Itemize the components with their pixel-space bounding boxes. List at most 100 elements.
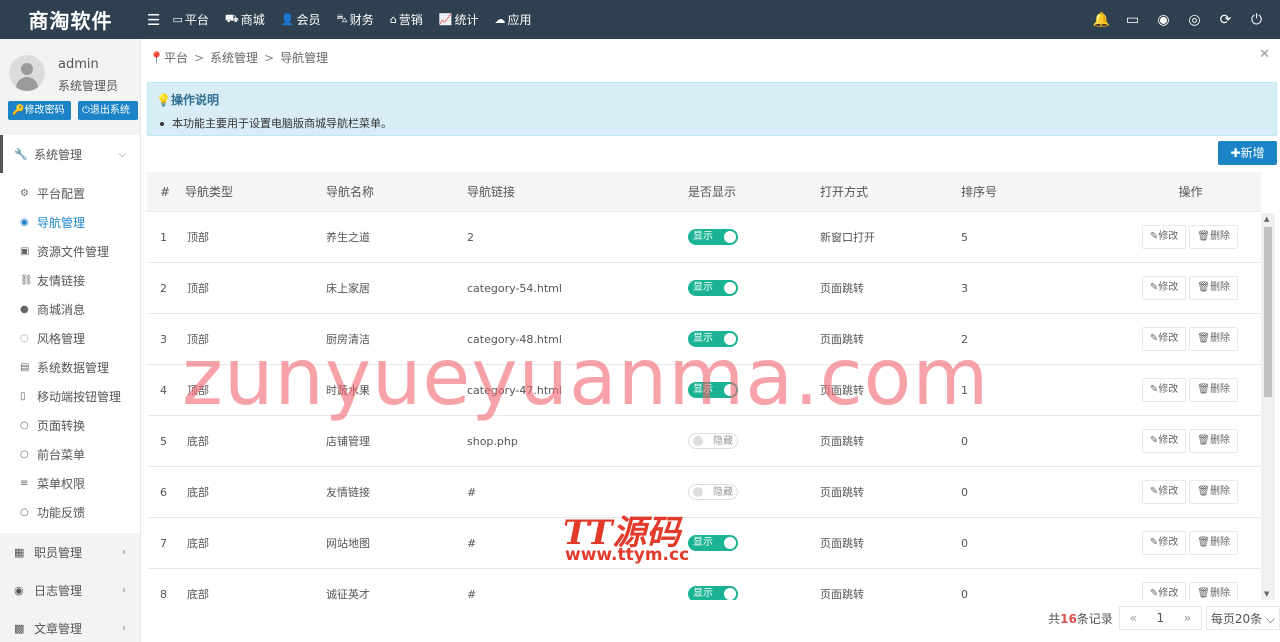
show-toggle[interactable]: 显示 xyxy=(688,229,738,245)
instructions-panel: 💡操作说明 本功能主要用于设置电脑版商城导航栏菜单。 xyxy=(147,82,1277,136)
show-cell: 显示 xyxy=(688,586,820,600)
toggle-label: 显示 xyxy=(693,384,713,395)
show-toggle[interactable]: 隐藏 xyxy=(688,433,738,449)
row-number: 6 xyxy=(160,485,167,499)
first-page-button[interactable]: « xyxy=(1120,611,1147,625)
delete-button[interactable]: 🗑删除 xyxy=(1189,378,1238,402)
topnav-item-mall[interactable]: ⛟ 商城 xyxy=(225,11,265,28)
column-header: 操作 xyxy=(1178,185,1203,199)
table-row: 1 顶部 养生之道 2 显示 新窗口打开 5 ✎修改 🗑删除 xyxy=(147,212,1261,263)
sidebar-item-mobile-buttons[interactable]: ▯ 移动端按钮管理 xyxy=(0,382,140,411)
sidebar-item-style[interactable]: ◌ 风格管理 xyxy=(0,324,140,353)
sidebar-group-articles[interactable]: ▩ 文章管理 ‹ xyxy=(0,609,140,642)
sidebar-item-front-menu[interactable]: ○ 前台菜单 xyxy=(0,440,140,469)
close-icon[interactable]: ✕ xyxy=(1259,47,1270,62)
sort-number: 2 xyxy=(961,332,968,346)
sort-number: 0 xyxy=(961,485,968,499)
sidebar-item-resources[interactable]: ▣ 资源文件管理 xyxy=(0,237,140,266)
edit-button[interactable]: ✎修改 xyxy=(1141,531,1187,555)
nav-type: 底部 xyxy=(187,486,209,499)
sidebar-item-friend-links[interactable]: ⛓ 友情链接 xyxy=(0,266,140,295)
sidebar-group-logs[interactable]: ◉ 日志管理 ‹ xyxy=(0,571,140,609)
eye-icon[interactable]: ◎ xyxy=(1179,12,1210,28)
truck-icon: ⛍ xyxy=(336,12,348,25)
app-logo[interactable]: 商淘软件 xyxy=(0,0,141,39)
sidebar-item-feedback[interactable]: ○ 功能反馈 xyxy=(0,498,140,527)
sidebar-item-nav-management[interactable]: ◉ 导航管理 xyxy=(0,208,140,237)
delete-button[interactable]: 🗑删除 xyxy=(1189,276,1238,300)
power-icon[interactable]: ⏻ xyxy=(1241,12,1272,28)
delete-button[interactable]: 🗑删除 xyxy=(1189,429,1238,453)
topnav-item-members[interactable]: 👤 会员 xyxy=(281,11,321,28)
topnav-item-statistics[interactable]: 📈 统计 xyxy=(439,11,479,28)
row-number: 3 xyxy=(160,332,167,346)
topnav-label: 平台 xyxy=(184,13,209,27)
column-header: 导航类型 xyxy=(185,185,234,199)
sidebar-item-mall-messages[interactable]: ● 商城消息 xyxy=(0,295,140,324)
sidebar-item-menu-permissions[interactable]: ≡ 菜单权限 xyxy=(0,469,140,498)
refresh-icon[interactable]: ⟳ xyxy=(1210,12,1241,28)
edit-button[interactable]: ✎修改 xyxy=(1141,582,1187,600)
edit-button[interactable]: ✎修改 xyxy=(1141,327,1187,351)
gear-icon: ⚙ xyxy=(20,188,29,199)
scroll-up-icon[interactable]: ▲ xyxy=(1264,215,1269,223)
nav-name: 厨房清洁 xyxy=(326,333,370,346)
table-row: 8 底部 诚征英才 # 显示 页面跳转 0 ✎修改 🗑删除 xyxy=(147,569,1261,600)
row-number: 5 xyxy=(160,434,167,448)
nav-type: 顶部 xyxy=(187,282,209,295)
instructions-item: 本功能主要用于设置电脑版商城导航栏菜单。 xyxy=(160,115,392,131)
delete-button[interactable]: 🗑删除 xyxy=(1189,480,1238,504)
toggle-knob xyxy=(724,282,736,294)
menu-toggle-icon[interactable]: ☰ xyxy=(147,11,160,29)
sidebar-group-staff[interactable]: ▦ 职员管理 ‹ xyxy=(0,533,140,571)
delete-button[interactable]: 🗑删除 xyxy=(1189,225,1238,249)
edit-button[interactable]: ✎修改 xyxy=(1141,378,1187,402)
edit-button[interactable]: ✎修改 xyxy=(1141,225,1187,249)
show-toggle[interactable]: 隐藏 xyxy=(688,484,738,500)
change-password-button[interactable]: 🔑修改密码 xyxy=(8,101,71,120)
current-page-button[interactable]: 1 xyxy=(1147,611,1174,625)
topnav-item-finance[interactable]: ⛍ 财务 xyxy=(336,11,373,28)
delete-button[interactable]: 🗑删除 xyxy=(1189,531,1238,555)
last-page-button[interactable]: » xyxy=(1174,611,1201,625)
per-page-select[interactable]: 每页20条 ⌵ xyxy=(1205,606,1280,630)
breadcrumb: 📍 平台 > 系统管理 > 导航管理 xyxy=(149,49,328,66)
monitor-icon[interactable]: ▭ xyxy=(1117,12,1148,28)
scrollbar-thumb[interactable] xyxy=(1264,227,1272,397)
show-toggle[interactable]: 显示 xyxy=(688,535,738,551)
breadcrumb-item[interactable]: 系统管理 xyxy=(210,49,258,66)
edit-button[interactable]: ✎修改 xyxy=(1141,429,1187,453)
logout-button[interactable]: ⏻退出系统 xyxy=(78,101,138,120)
topnav-item-marketing[interactable]: ⌂ 营销 xyxy=(390,11,423,28)
topnav-item-apps[interactable]: ☁ 应用 xyxy=(495,11,532,28)
delete-button[interactable]: 🗑删除 xyxy=(1189,327,1238,351)
bell-icon[interactable]: 🔔 xyxy=(1086,12,1117,28)
topnav-item-platform[interactable]: ▭ 平台 xyxy=(172,11,208,28)
show-toggle[interactable]: 显示 xyxy=(688,586,738,600)
sidebar-item-label: 友情链接 xyxy=(37,274,86,288)
open-mode: 页面跳转 xyxy=(820,435,864,448)
sidebar-item-page-convert[interactable]: ○ 页面转换 xyxy=(0,411,140,440)
open-mode: 页面跳转 xyxy=(820,282,864,295)
profile-role: 系统管理员 xyxy=(58,79,119,93)
sidebar-item-platform-config[interactable]: ⚙ 平台配置 xyxy=(0,179,140,208)
scroll-down-icon[interactable]: ▼ xyxy=(1264,590,1269,598)
table-scrollbar[interactable]: ▲ ▼ xyxy=(1261,213,1275,600)
avatar xyxy=(9,55,45,91)
delete-button[interactable]: 🗑删除 xyxy=(1189,582,1238,600)
show-toggle[interactable]: 显示 xyxy=(688,382,738,398)
sidebar-item-label: 移动端按钮管理 xyxy=(37,390,122,404)
breadcrumb-item[interactable]: 平台 xyxy=(164,49,188,66)
add-button[interactable]: ✚新增 xyxy=(1218,141,1277,165)
page-buttons: « 1 » xyxy=(1118,606,1202,630)
sidebar-item-system-data[interactable]: ▤ 系统数据管理 xyxy=(0,353,140,382)
show-toggle[interactable]: 显示 xyxy=(688,280,738,296)
link-icon: ⛓ xyxy=(20,275,33,286)
sidebar-item-label: 平台配置 xyxy=(37,187,86,201)
edit-button[interactable]: ✎修改 xyxy=(1141,276,1187,300)
location-icon[interactable]: ◉ xyxy=(1148,12,1179,28)
sidebar-group-system[interactable]: 🔧 系统管理 ⌵ xyxy=(0,135,140,173)
open-mode: 页面跳转 xyxy=(820,588,864,600)
show-toggle[interactable]: 显示 xyxy=(688,331,738,347)
edit-button[interactable]: ✎修改 xyxy=(1141,480,1187,504)
